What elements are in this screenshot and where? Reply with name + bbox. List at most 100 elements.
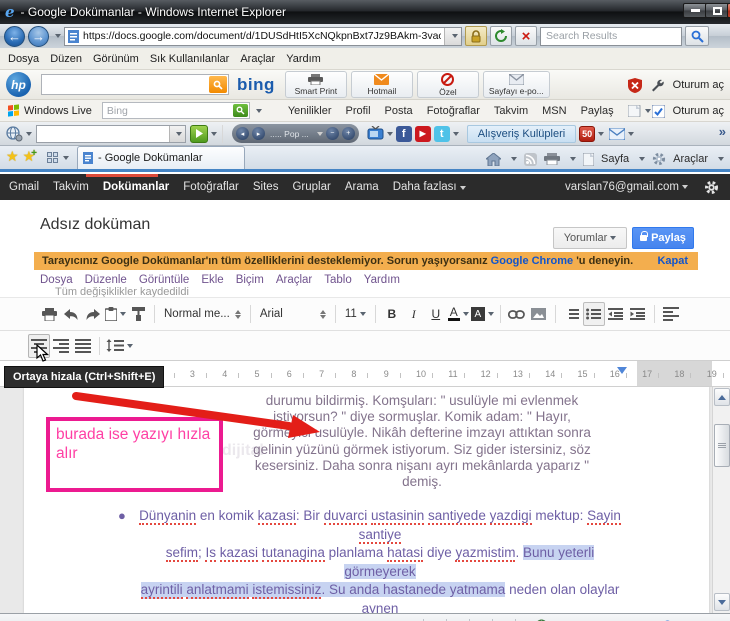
- wrench-icon[interactable]: [651, 79, 664, 92]
- prev-track-button[interactable]: ◂: [236, 127, 249, 140]
- stop-button[interactable]: ×: [515, 26, 537, 46]
- mail-dropdown-icon[interactable]: [628, 132, 634, 136]
- numbered-list-button[interactable]: [561, 302, 583, 326]
- tools-dropdown-icon[interactable]: [718, 157, 724, 161]
- go-arrow-button[interactable]: [190, 125, 208, 143]
- bulleted-list-button[interactable]: [583, 302, 605, 326]
- deals-dropdown-icon[interactable]: [598, 132, 604, 136]
- bullet-paragraph[interactable]: Dünyanin en komik kazasi: Bir duvarci us…: [130, 507, 630, 621]
- align-right-button[interactable]: [50, 334, 72, 358]
- highlight-color-button[interactable]: A: [470, 302, 495, 326]
- go-dropdown-icon[interactable]: [211, 132, 217, 136]
- wl-signin-link[interactable]: Oturum aç: [673, 105, 724, 117]
- wl-link[interactable]: Takvim: [494, 105, 528, 117]
- vertical-scrollbar[interactable]: [712, 387, 730, 613]
- ie-menu-item[interactable]: Sık Kullanılanlar: [150, 53, 230, 65]
- addon-combobox[interactable]: [36, 125, 186, 143]
- wl-link[interactable]: Yenilikler: [288, 105, 332, 117]
- docs-menu-item[interactable]: Düzenle: [85, 274, 127, 286]
- justify-button[interactable]: [72, 334, 94, 358]
- tv-dropdown-icon[interactable]: [387, 132, 393, 136]
- quick-tabs-dropdown-icon[interactable]: [63, 156, 69, 160]
- increase-indent-button[interactable]: [627, 302, 649, 326]
- bold-button[interactable]: B: [381, 302, 403, 326]
- account-menu[interactable]: varslan76@gmail.com: [565, 174, 688, 200]
- history-dropdown-icon[interactable]: [55, 34, 61, 38]
- docs-menu-item[interactable]: Dosya: [40, 274, 73, 286]
- page-dropdown-icon[interactable]: [639, 157, 645, 161]
- paragraph-style-select[interactable]: Normal me...: [160, 302, 245, 326]
- wl-search-dropdown-icon[interactable]: [256, 109, 262, 113]
- note-dropdown-icon[interactable]: [645, 109, 651, 113]
- margin-marker-icon[interactable]: [617, 367, 627, 374]
- redo-button[interactable]: [82, 302, 104, 326]
- wl-link[interactable]: Fotoğraflar: [427, 105, 480, 117]
- chrome-link[interactable]: Google Chrome: [491, 255, 574, 267]
- comments-button[interactable]: Yorumlar: [553, 227, 627, 249]
- google-bar-link[interactable]: Arama: [345, 181, 379, 193]
- docs-menu-item[interactable]: Araçlar: [276, 274, 312, 286]
- gear-icon[interactable]: [652, 152, 666, 166]
- decrease-indent-button[interactable]: [605, 302, 627, 326]
- toolbar-overflow-chevron[interactable]: »: [719, 124, 726, 139]
- docs-menu-item[interactable]: Görüntüle: [139, 274, 190, 286]
- italic-button[interactable]: I: [403, 302, 425, 326]
- google-bar-link[interactable]: Gmail: [9, 181, 39, 193]
- paste-format-button[interactable]: [104, 302, 127, 326]
- combo-dropdown[interactable]: [169, 126, 185, 142]
- checkbox-icon[interactable]: [652, 105, 665, 118]
- account-dropdown-icon[interactable]: [682, 185, 688, 189]
- search-input[interactable]: Search Results: [540, 27, 682, 46]
- search-go-button[interactable]: [685, 26, 709, 46]
- google-bar-link[interactable]: Fotoğraflar: [183, 181, 239, 193]
- playlist-dropdown-icon[interactable]: [317, 132, 323, 136]
- bing-logo[interactable]: bing: [237, 75, 275, 95]
- google-bar-link[interactable]: Gruplar: [292, 181, 330, 193]
- insert-link-button[interactable]: [506, 302, 528, 326]
- underline-button[interactable]: U: [425, 302, 447, 326]
- paint-format-button[interactable]: [127, 302, 149, 326]
- play-button[interactable]: ▸: [252, 127, 265, 140]
- quick-tabs-icon[interactable]: [47, 152, 58, 163]
- url-dropdown[interactable]: [444, 28, 461, 45]
- scrollbar-thumb[interactable]: [714, 424, 730, 467]
- font-size-select[interactable]: 11: [341, 302, 370, 326]
- globe-dropdown-icon[interactable]: [26, 132, 32, 136]
- wl-link[interactable]: Profil: [345, 105, 370, 117]
- page-icon[interactable]: [583, 153, 594, 166]
- page-menu-label[interactable]: Sayfa: [601, 153, 629, 165]
- google-bar-link[interactable]: Sites: [253, 181, 279, 193]
- social-dropdown-icon[interactable]: [453, 132, 459, 136]
- ie-menu-item[interactable]: Görünüm: [93, 53, 139, 65]
- dismiss-link[interactable]: Kapat: [657, 255, 688, 267]
- google-bar-link[interactable]: Dokümanlar: [103, 181, 169, 193]
- ie-menu-item[interactable]: Araçlar: [240, 53, 275, 65]
- refresh-button[interactable]: [490, 26, 512, 46]
- wl-search-input[interactable]: Bing: [102, 102, 250, 119]
- scroll-down-button[interactable]: [714, 593, 730, 611]
- favorites-star-icon[interactable]: ★: [6, 148, 19, 165]
- forward-button[interactable]: →: [28, 26, 49, 47]
- windows-live-label[interactable]: Windows Live: [24, 105, 92, 117]
- wl-search-button[interactable]: [233, 104, 248, 117]
- ie-menu-item[interactable]: Dosya: [8, 53, 39, 65]
- document-page[interactable]: dijital durumu bildirmiş. Komşuları: " u…: [24, 387, 709, 613]
- ozel-button[interactable]: Özel: [417, 71, 479, 98]
- docs-menu-item[interactable]: Biçim: [236, 274, 264, 286]
- scroll-up-button[interactable]: [714, 388, 730, 406]
- hp-search-input[interactable]: [41, 74, 229, 95]
- align-left-button[interactable]: [660, 302, 682, 326]
- deals-badge-icon[interactable]: 50: [579, 126, 595, 142]
- text-color-button[interactable]: A: [447, 302, 470, 326]
- smart-print-button[interactable]: Smart Print: [285, 71, 347, 98]
- hotmail-button[interactable]: Hotmail: [351, 71, 413, 98]
- browser-tab[interactable]: - Google Dokümanlar: [77, 146, 245, 169]
- add-favorite-icon[interactable]: ★+: [23, 148, 37, 165]
- google-bar-link[interactable]: Daha fazlası: [393, 181, 466, 193]
- docs-menu-item[interactable]: Yardım: [364, 274, 400, 286]
- print-dropdown-icon[interactable]: [570, 157, 576, 161]
- globe-gear-icon[interactable]: [5, 126, 23, 142]
- wl-link[interactable]: Paylaş: [581, 105, 614, 117]
- shopping-clubs-button[interactable]: Alışveriş Kulüpleri: [467, 125, 576, 143]
- docs-menu-item[interactable]: Tablo: [324, 274, 352, 286]
